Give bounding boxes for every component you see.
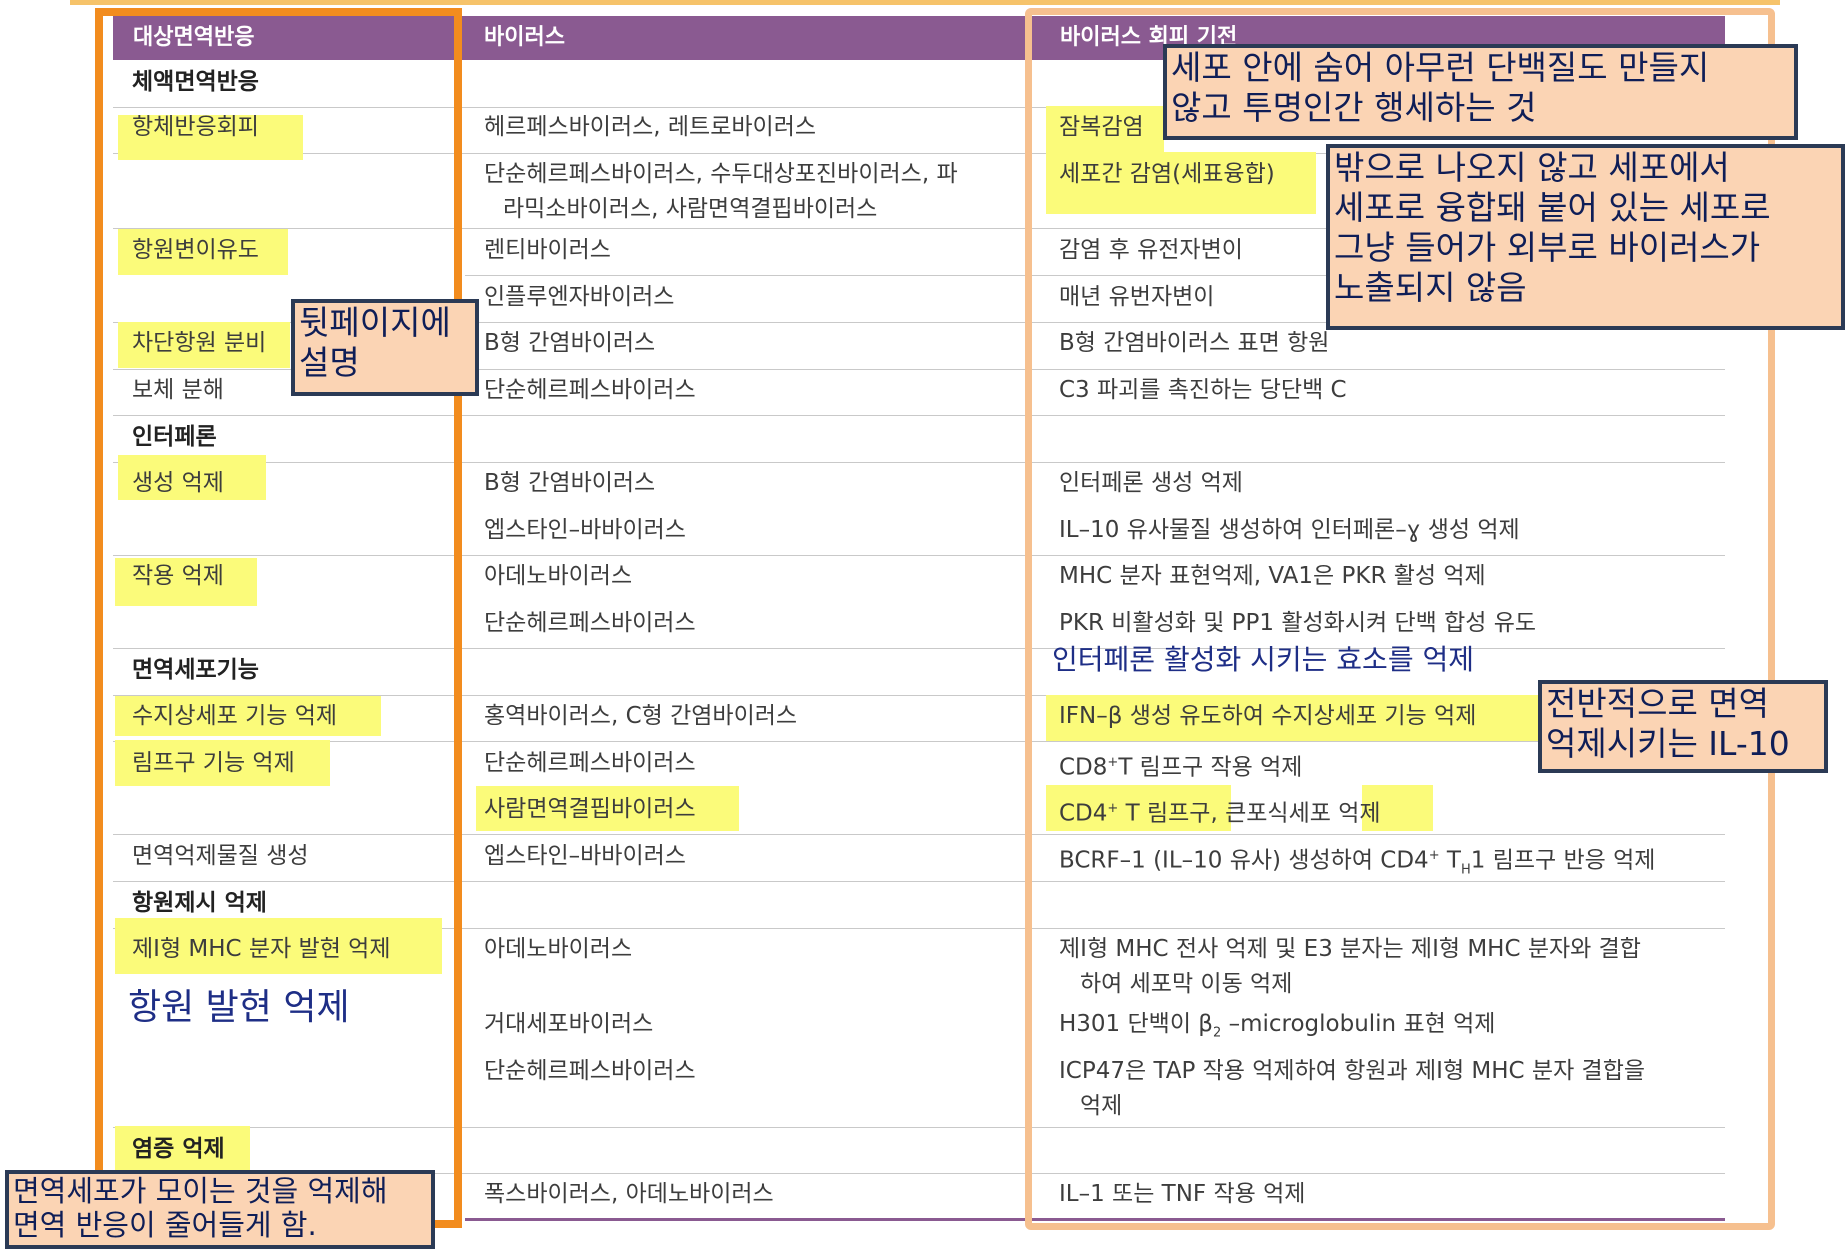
virus-cell: 단순헤르페스바이러스 bbox=[484, 1058, 696, 1084]
virus-cell: 아데노바이러스 bbox=[484, 936, 633, 962]
top-strip bbox=[70, 0, 1780, 5]
header-virus: 바이러스 bbox=[484, 25, 565, 50]
annotation-pkr: 인터페론 활성화 시키는 효소를 억제 bbox=[1052, 643, 1475, 676]
virus-cell: B형 간염바이러스 bbox=[484, 470, 656, 496]
virus-cell: 사람면역결핍바이러스 bbox=[484, 796, 696, 822]
virus-cell: 단순헤르페스바이러스 bbox=[484, 610, 696, 636]
virus-cell: 인플루엔자바이러스 bbox=[484, 284, 675, 310]
virus-cell: 엡스타인–바바이러스 bbox=[484, 517, 686, 543]
note-inflammation: 면역세포가 모이는 것을 억제해 면역 반응이 줄어들게 함. bbox=[5, 1170, 435, 1249]
virus-cell: 아데노바이러스 bbox=[484, 563, 633, 589]
virus-cell: 엡스타인–바바이러스 bbox=[484, 843, 686, 869]
virus-cell: 거대세포바이러스 bbox=[484, 1011, 654, 1037]
virus-cell: 폭스바이러스, 아데노바이러스 bbox=[484, 1181, 774, 1207]
target-column-frame bbox=[95, 8, 462, 1228]
note-next-page: 뒷페이지에 설명 bbox=[291, 299, 479, 396]
virus-cell: 렌티바이러스 bbox=[484, 237, 611, 263]
virus-cell: 단순헤르페스바이러스 bbox=[484, 377, 696, 403]
virus-cell: 단순헤르페스바이러스 bbox=[484, 750, 696, 776]
note-cell-fusion: 밖으로 나오지 않고 세포에서 세포로 융합돼 붙어 있는 세포로 그냥 들어가 외… bbox=[1326, 144, 1845, 330]
virus-cell-continued: 라믹소바이러스, 사람면역결핍바이러스 bbox=[503, 196, 878, 222]
note-il10: 전반적으로 면역 억제시키는 IL-10 bbox=[1538, 680, 1828, 773]
note-latent-infection: 세포 안에 숨어 아무런 단백질도 만들지 않고 투명인간 행세하는 것 bbox=[1163, 44, 1798, 140]
annotation-antigen: 항원 발현 억제 bbox=[128, 987, 350, 1028]
virus-cell: 홍역바이러스, C형 간염바이러스 bbox=[484, 703, 798, 729]
virus-cell: 헤르페스바이러스, 레트로바이러스 bbox=[484, 114, 817, 140]
virus-cell: 단순헤르페스바이러스, 수두대상포진바이러스, 파 bbox=[484, 161, 958, 187]
virus-cell: B형 간염바이러스 bbox=[484, 330, 656, 356]
